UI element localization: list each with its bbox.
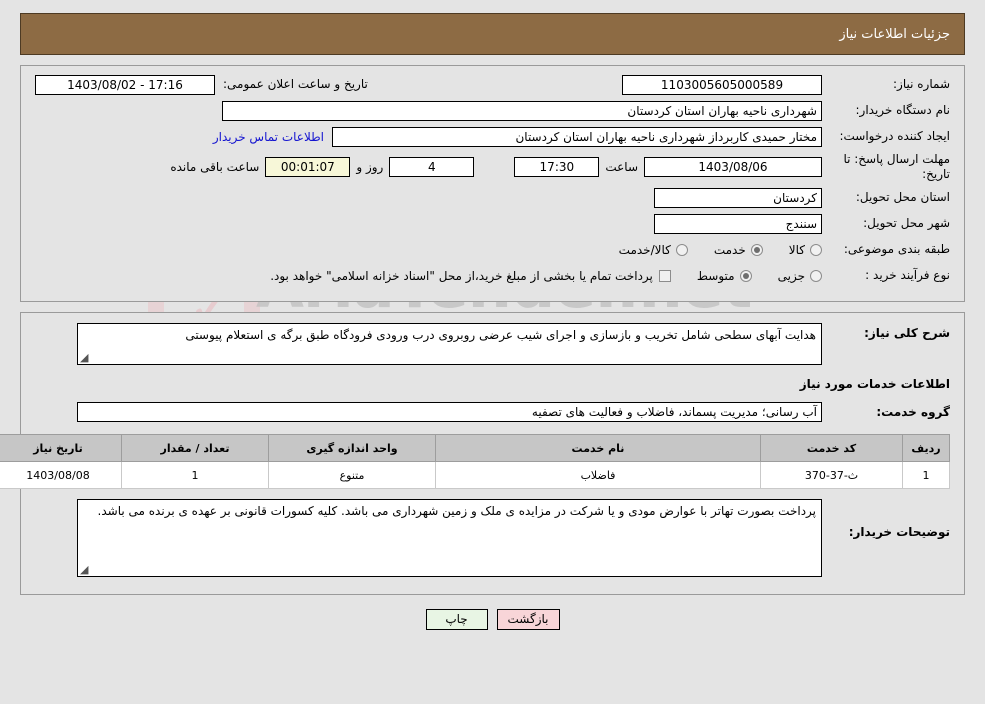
row-service-group: گروه خدمت: آب رسانی؛ مدیریت پسماند، فاضل…	[35, 401, 950, 422]
need-info-panel: شماره نیاز: 1103005605000589 تاریخ و ساع…	[20, 65, 965, 302]
col-header-name: نام خدمت	[435, 434, 761, 462]
col-header-code: کد خدمت	[760, 434, 903, 462]
deadline-time-value[interactable]: 17:30	[514, 157, 600, 177]
remaining-hours-label: ساعت باقی مانده	[170, 160, 260, 174]
need-number-value[interactable]: 1103005605000589	[622, 74, 822, 95]
process-radio-group: جزیی متوسط	[671, 269, 822, 283]
radio-icon[interactable]	[810, 269, 822, 282]
days-label: روز و	[356, 160, 384, 174]
page-title: جزئیات اطلاعات نیاز	[839, 26, 950, 42]
description-textarea[interactable]: هدایت آبهای سطحی شامل تخریب و بازسازی و …	[77, 323, 822, 365]
radio-option-khedmat[interactable]: خدمت	[714, 243, 763, 257]
cell-service-code: ث-37-370	[760, 461, 903, 489]
province-label: استان محل تحویل:	[855, 190, 950, 204]
buyer-notes-label: توضیحات خریدار:	[848, 525, 950, 539]
deadline-label: مهلت ارسال پاسخ: تا تاریخ:	[843, 152, 950, 181]
radio-label: جزیی	[777, 268, 805, 283]
radio-icon[interactable]	[675, 243, 688, 256]
action-button-bar: بازگشت چاپ	[0, 609, 985, 630]
radio-label: متوسط	[696, 268, 735, 283]
resize-grip-icon[interactable]: ◢	[80, 564, 88, 575]
col-header-unit: واحد اندازه گیری	[268, 434, 436, 462]
buyer-contact-link[interactable]: اطلاعات تماس خریدار	[213, 130, 324, 144]
buyer-notes-textarea[interactable]: پرداخت بصورت تهاتر با عوارض مودی و یا شر…	[77, 499, 822, 577]
row-deadline: مهلت ارسال پاسخ: تا تاریخ: 1403/08/06 سا…	[35, 152, 950, 182]
table-row: 1 ث-37-370 فاضلاب متنوع 1 1403/08/08	[0, 461, 950, 489]
radio-icon[interactable]	[810, 243, 822, 256]
col-header-quantity: تعداد / مقدار	[121, 434, 269, 462]
row-subject-category: طبقه بندی موضوعی: کالا خدمت کالا/خدمت	[35, 239, 950, 260]
print-button[interactable]: چاپ	[425, 609, 488, 630]
remaining-days-value: 4	[389, 157, 475, 177]
col-header-date: تاریخ نیاز	[0, 434, 122, 462]
hour-label: ساعت	[605, 160, 638, 174]
service-group-value[interactable]: آب رسانی؛ مدیریت پسماند، فاضلاب و فعالیت…	[77, 401, 822, 422]
resize-grip-icon[interactable]: ◢	[80, 352, 88, 363]
row-delivery-city: شهر محل تحویل: سنندج	[35, 213, 950, 234]
description-label: شرح کلی نیاز:	[864, 326, 950, 340]
items-table: ردیف کد خدمت نام خدمت واحد اندازه گیری ت…	[0, 434, 950, 489]
public-announcement-label: تاریخ و ساعت اعلان عمومی:	[223, 77, 368, 91]
need-details-panel: شرح کلی نیاز: هدایت آبهای سطحی شامل تخری…	[0, 312, 965, 595]
row-buyer-org: نام دستگاه خریدار: شهرداری ناحیه بهاران …	[35, 100, 950, 121]
need-number-label: شماره نیاز:	[893, 77, 950, 91]
description-value: هدایت آبهای سطحی شامل تخریب و بازسازی و …	[185, 328, 816, 342]
row-need-number: شماره نیاز: 1103005605000589 تاریخ و ساع…	[35, 74, 950, 95]
radio-label: کالا	[788, 242, 805, 257]
service-group-label: گروه خدمت:	[876, 404, 950, 419]
col-header-row: ردیف	[902, 434, 950, 462]
city-label: شهر محل تحویل:	[863, 216, 950, 230]
cell-unit: متنوع	[268, 461, 436, 489]
public-announcement-value[interactable]: 17:16 - 1403/08/02	[35, 74, 215, 95]
row-general-description: شرح کلی نیاز: هدایت آبهای سطحی شامل تخری…	[35, 323, 950, 365]
deadline-date-value[interactable]: 1403/08/06	[644, 157, 822, 177]
cell-service-name: فاضلاب	[435, 461, 761, 489]
radio-option-jozii[interactable]: جزیی	[778, 269, 822, 283]
process-label: نوع فرآیند خرید :	[865, 268, 950, 282]
buyer-org-value[interactable]: شهرداری ناحیه بهاران استان کردستان	[222, 100, 822, 121]
radio-option-motavaset[interactable]: متوسط	[697, 269, 752, 283]
radio-option-kala[interactable]: کالا	[789, 243, 822, 257]
countdown-timer: 00:01:07	[265, 157, 351, 177]
items-table-wrapper: ردیف کد خدمت نام خدمت واحد اندازه گیری ت…	[0, 434, 950, 489]
category-label: طبقه بندی موضوعی:	[843, 242, 950, 256]
radio-option-kala-khedmat[interactable]: کالا/خدمت	[619, 243, 688, 257]
province-value[interactable]: کردستان	[654, 187, 822, 208]
treasury-note-label: پرداخت تمام یا بخشی از مبلغ خرید،از محل …	[270, 268, 653, 283]
cell-quantity: 1	[121, 461, 269, 489]
buyer-notes-value: پرداخت بصورت تهاتر با عوارض مودی و یا شر…	[97, 504, 816, 518]
city-value[interactable]: سنندج	[654, 213, 822, 234]
row-buyer-notes: توضیحات خریدار: پرداخت بصورت تهاتر با عو…	[35, 499, 950, 577]
page-header: جزئیات اطلاعات نیاز	[20, 13, 965, 55]
cell-row-index: 1	[902, 461, 950, 489]
radio-label: خدمت	[713, 242, 746, 257]
creator-value[interactable]: مختار حمیدی کاربرداز شهرداری ناحیه بهارا…	[332, 126, 822, 147]
buyer-org-label: نام دستگاه خریدار:	[855, 103, 951, 117]
row-purchase-process: نوع فرآیند خرید : جزیی متوسط پرداخت تمام…	[35, 265, 950, 286]
cell-need-date: 1403/08/08	[0, 461, 122, 489]
table-header-row: ردیف کد خدمت نام خدمت واحد اندازه گیری ت…	[0, 434, 950, 462]
radio-label: کالا/خدمت	[618, 242, 671, 257]
radio-icon[interactable]	[750, 243, 763, 256]
category-radio-group: کالا خدمت کالا/خدمت	[593, 243, 822, 257]
row-delivery-province: استان محل تحویل: کردستان	[35, 187, 950, 208]
back-button[interactable]: بازگشت	[496, 609, 560, 630]
treasury-documents-checkbox[interactable]	[658, 269, 671, 282]
creator-label: ایجاد کننده درخواست:	[839, 129, 950, 143]
services-section-title: اطلاعات خدمات مورد نیاز	[799, 377, 950, 391]
radio-icon[interactable]	[739, 269, 752, 282]
row-request-creator: ایجاد کننده درخواست: مختار حمیدی کاربردا…	[35, 126, 950, 147]
